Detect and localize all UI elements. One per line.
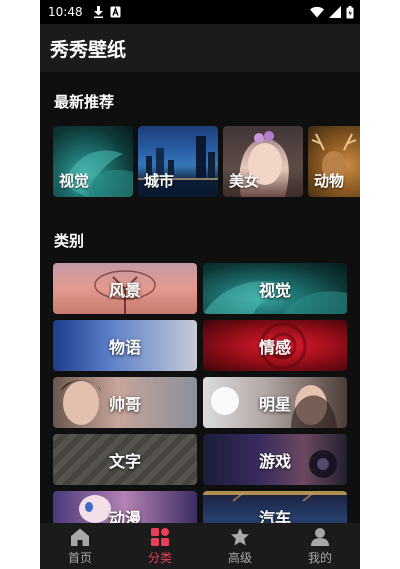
category-card-handsome[interactable]: 帅哥 [53,377,197,428]
category-card-visual[interactable]: 视觉 [203,263,347,314]
nav-profile[interactable]: 我的 [280,523,360,569]
recommended-card-label: 视觉 [59,172,90,190]
category-label: 汽车 [258,508,291,524]
category-label: 情感 [258,337,291,357]
recommended-card-visual[interactable]: 视觉 [53,126,133,197]
phone-screen: 10:48 秀秀壁纸 最新推荐 视觉 城市 美女 动物 类别 风景 视觉 物语 … [40,0,360,569]
bottom-navigation: 首页 分类 高级 我的 [40,523,360,569]
recommended-card-label: 城市 [144,172,175,190]
recommended-card-label: 动物 [314,172,345,190]
person-icon [311,527,329,546]
category-label: 帅哥 [108,394,141,414]
category-label: 游戏 [258,451,291,471]
nav-premium[interactable]: 高级 [200,523,280,569]
category-icon [151,527,169,546]
recommended-card-animal[interactable]: 动物 [308,126,360,197]
nav-premium-label: 高级 [227,550,252,565]
app-bar: 秀秀壁纸 [40,24,360,72]
signal-icon [329,6,341,18]
category-card-game[interactable]: 游戏 [203,434,347,485]
category-label: 物语 [108,337,141,357]
download-icon [93,6,103,18]
star-icon [231,527,249,545]
main-content[interactable]: 最新推荐 视觉 城市 美女 动物 类别 风景 视觉 物语 情感 帅哥 明星 文字… [40,72,360,523]
category-label: 视觉 [258,280,291,300]
recommended-card-beauty[interactable]: 美女 [223,126,303,197]
wifi-icon [310,6,324,18]
category-card-anime[interactable]: 动漫 [53,491,197,523]
category-card-emotion[interactable]: 情感 [203,320,347,371]
battery-icon [346,5,354,18]
nav-profile-label: 我的 [307,550,332,565]
nav-category[interactable]: 分类 [120,523,200,569]
category-card-celebrity[interactable]: 明星 [203,377,347,428]
status-bar: 10:48 [40,0,360,24]
category-label: 风景 [108,280,141,300]
categories-section-title: 类别 [54,232,85,250]
category-card-text[interactable]: 文字 [53,434,197,485]
a-notification-icon [110,6,121,18]
category-card-scenery[interactable]: 风景 [53,263,197,314]
nav-home-label: 首页 [67,550,92,565]
category-label: 明星 [258,394,291,414]
nav-category-label: 分类 [147,550,172,565]
category-label: 文字 [108,451,141,471]
home-icon [71,528,89,546]
category-card-story[interactable]: 物语 [53,320,197,371]
nav-home[interactable]: 首页 [40,523,120,569]
app-title: 秀秀壁纸 [50,38,127,61]
recommended-card-label: 美女 [229,172,260,190]
category-label: 动漫 [108,508,141,524]
status-time: 10:48 [48,5,83,19]
category-card-car[interactable]: 汽车 [203,491,347,523]
recommended-card-city[interactable]: 城市 [138,126,218,197]
recommended-section-title: 最新推荐 [54,93,115,111]
